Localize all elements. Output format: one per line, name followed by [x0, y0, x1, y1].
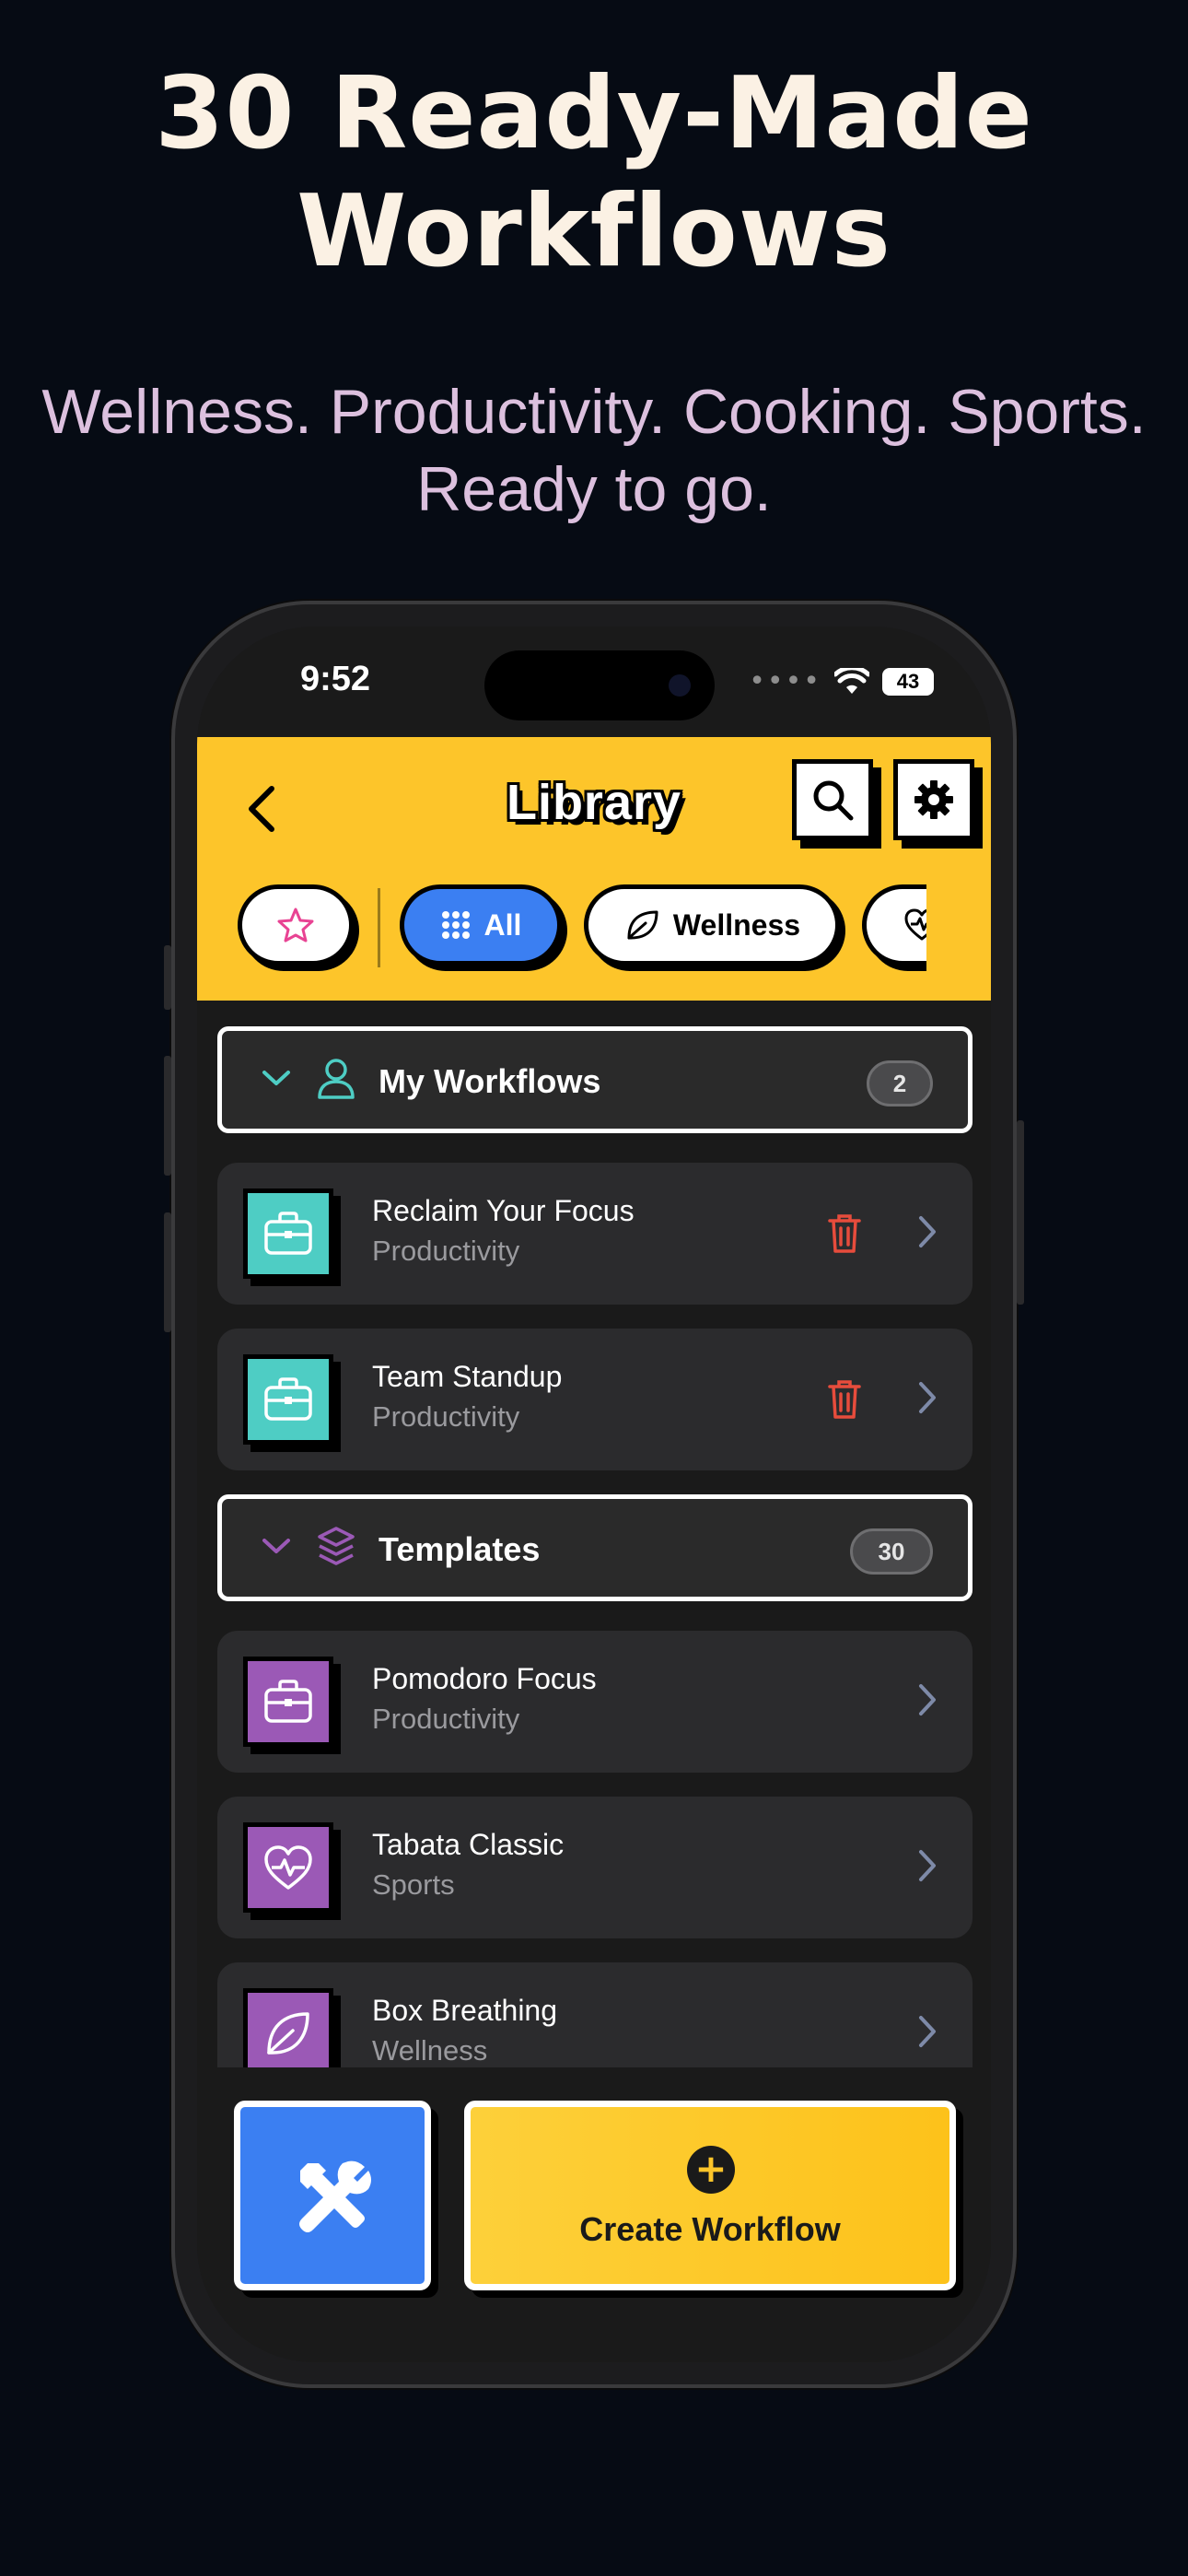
workflow-tile: [243, 1354, 333, 1445]
phone-frame: 9:52 •••• 43 Library All Wellness My Wor…: [164, 601, 1024, 2388]
chevron-right-icon: [919, 1382, 936, 1413]
template-tile: [243, 1657, 333, 1747]
count-badge: 2: [867, 1060, 933, 1107]
briefcase-icon: [264, 1212, 312, 1255]
briefcase-icon: [264, 1377, 312, 1421]
section-templates[interactable]: Templates 30: [217, 1494, 973, 1601]
chevron-right-icon: [919, 1850, 936, 1881]
app-screen: 9:52 •••• 43 Library All Wellness My Wor…: [197, 626, 991, 2362]
tools-icon: [299, 2160, 371, 2232]
volume-up-button: [164, 1056, 171, 1176]
template-row[interactable]: Tabata Classic Sports: [217, 1797, 973, 1938]
promo-subline-line2: Ready to go.: [416, 454, 772, 524]
template-title: Pomodoro Focus: [372, 1662, 597, 1695]
leaf-icon: [627, 910, 658, 940]
layers-icon: [318, 1527, 355, 1565]
template-row[interactable]: Box Breathing Wellness: [217, 1962, 973, 2067]
chevron-right-icon: [919, 2016, 936, 2047]
status-bar: 9:52 •••• 43: [197, 626, 991, 737]
signal-icon: ••••: [749, 665, 821, 697]
bottom-action-bar: + Create Workflow: [197, 2067, 991, 2362]
workflow-row[interactable]: Team Standup Productivity: [217, 1329, 973, 1470]
section-my-workflows[interactable]: My Workflows 2: [217, 1026, 973, 1133]
wifi-icon: [834, 667, 869, 694]
library-header: Library All Wellness: [197, 737, 991, 1001]
workflow-category: Productivity: [372, 1235, 520, 1267]
section-label: My Workflows: [379, 1062, 601, 1100]
create-workflow-button[interactable]: + Create Workflow: [464, 2101, 956, 2290]
promo-headline-line1: 30 Ready-Made: [155, 56, 1033, 171]
promo-headline-line2: Workflows: [297, 174, 891, 289]
volume-down-button: [164, 1212, 171, 1332]
battery-icon: 43: [882, 667, 934, 696]
template-title: Tabata Classic: [372, 1828, 565, 1861]
trash-icon[interactable]: [827, 1212, 862, 1255]
section-label: Templates: [379, 1530, 541, 1568]
filter-chip-favorites[interactable]: [238, 884, 354, 966]
grid-icon: [441, 911, 470, 939]
status-time: 9:52: [300, 660, 371, 698]
user-icon: [318, 1059, 355, 1099]
search-icon: [813, 780, 854, 821]
mute-switch: [164, 945, 171, 1010]
workflow-title: Reclaim Your Focus: [372, 1194, 635, 1227]
library-list: My Workflows 2 Reclaim Your Focus Produc…: [197, 1001, 991, 2067]
chevron-right-icon: [919, 1216, 936, 1247]
plus-circle-icon: +: [687, 2146, 735, 2194]
template-category: Sports: [372, 1868, 455, 1901]
chip-divider: [378, 888, 380, 967]
promo-headline: 30 Ready-Made Workflows: [0, 55, 1188, 291]
create-workflow-label: Create Workflow: [579, 2210, 841, 2248]
briefcase-icon: [264, 1680, 312, 1723]
filter-chip-all-label: All: [483, 907, 522, 942]
filter-chip-wellness[interactable]: Wellness: [584, 884, 840, 966]
status-indicators: •••• 43: [749, 665, 934, 697]
workflow-tile: [243, 1188, 333, 1279]
gear-icon: [914, 780, 953, 819]
star-icon: [277, 907, 314, 943]
filter-chips: All Wellness Sp: [234, 881, 926, 973]
template-row[interactable]: Pomodoro Focus Productivity: [217, 1631, 973, 1773]
filter-chip-all[interactable]: All: [400, 884, 562, 966]
tools-button[interactable]: [234, 2101, 431, 2290]
dynamic-island: [484, 650, 715, 720]
trash-icon[interactable]: [827, 1378, 862, 1421]
camera-icon: [669, 674, 691, 697]
leaf-icon: [267, 2012, 309, 2055]
promo-subline: Wellness. Productivity. Cooking. Sports.…: [0, 373, 1188, 528]
chevron-right-icon: [919, 1684, 936, 1715]
power-button: [1017, 1120, 1024, 1305]
template-category: Productivity: [372, 1703, 520, 1735]
chevron-down-icon: [262, 1539, 290, 1553]
workflow-row[interactable]: Reclaim Your Focus Productivity: [217, 1163, 973, 1305]
settings-button[interactable]: [893, 759, 974, 840]
workflow-category: Productivity: [372, 1400, 520, 1433]
heart-pulse-icon: [264, 1845, 312, 1890]
filter-chip-sports[interactable]: Sp: [862, 884, 926, 966]
template-category: Wellness: [372, 2034, 488, 2067]
promo-subline-line1: Wellness. Productivity. Cooking. Sports.: [41, 377, 1147, 447]
chevron-down-icon: [262, 1071, 290, 1085]
workflow-title: Team Standup: [372, 1360, 563, 1393]
filter-chip-wellness-label: Wellness: [672, 907, 801, 942]
template-tile: [243, 1822, 333, 1913]
template-title: Box Breathing: [372, 1994, 558, 2027]
template-tile: [243, 1988, 333, 2067]
search-button[interactable]: [792, 759, 873, 840]
count-badge: 30: [850, 1528, 933, 1575]
heart-pulse-icon: [904, 908, 926, 941]
